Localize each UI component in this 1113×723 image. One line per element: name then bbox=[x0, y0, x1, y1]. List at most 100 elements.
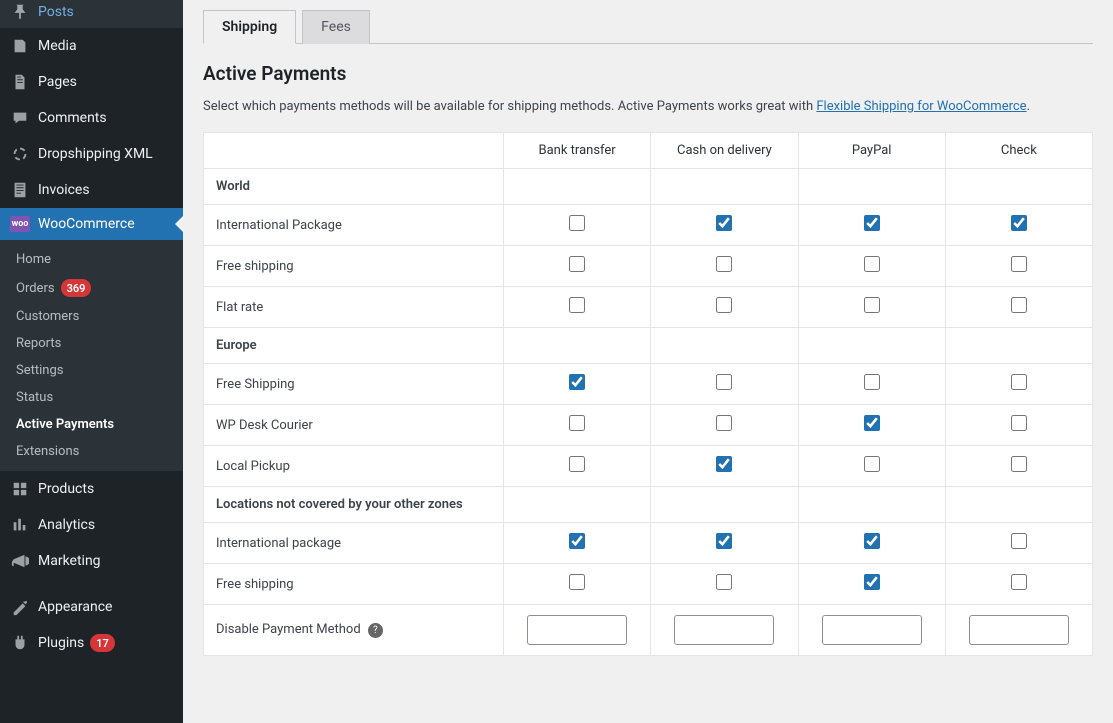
sidebar-item-appearance[interactable]: Appearance bbox=[0, 589, 183, 625]
payment-checkbox[interactable] bbox=[569, 533, 585, 549]
submenu-item-orders[interactable]: Orders369 bbox=[0, 273, 183, 303]
media-icon bbox=[10, 36, 30, 56]
table-row: Free Shipping bbox=[204, 364, 1093, 405]
payment-checkbox[interactable] bbox=[1011, 415, 1027, 431]
submenu-item-customers[interactable]: Customers bbox=[0, 303, 183, 330]
table-row: International package bbox=[204, 523, 1093, 564]
payment-checkbox[interactable] bbox=[864, 415, 880, 431]
refresh-icon bbox=[10, 144, 30, 164]
admin-sidebar: Posts Media Pages Comments Dropshipping … bbox=[0, 0, 183, 723]
disable-payment-label: Disable Payment Method ? bbox=[204, 605, 504, 656]
flexible-shipping-link[interactable]: Flexible Shipping for WooCommerce bbox=[816, 99, 1026, 114]
sidebar-item-label: Marketing bbox=[38, 553, 101, 569]
shipping-method-label: International Package bbox=[204, 205, 504, 246]
submenu-item-extensions[interactable]: Extensions bbox=[0, 438, 183, 465]
zone-row: World bbox=[204, 169, 1093, 205]
plugins-icon bbox=[10, 633, 30, 653]
pin-icon bbox=[10, 2, 30, 22]
payment-checkbox[interactable] bbox=[716, 574, 732, 590]
table-row: WP Desk Courier bbox=[204, 405, 1093, 446]
disable-amount-input[interactable] bbox=[969, 615, 1069, 645]
plugins-count-badge: 17 bbox=[90, 634, 115, 652]
shipping-method-label: International package bbox=[204, 523, 504, 564]
sidebar-item-label: Media bbox=[38, 38, 77, 54]
disable-amount-input[interactable] bbox=[822, 615, 922, 645]
sidebar-item-analytics[interactable]: Analytics bbox=[0, 507, 183, 543]
sidebar-item-woocommerce[interactable]: woo WooCommerce bbox=[0, 208, 183, 240]
payment-checkbox[interactable] bbox=[1011, 297, 1027, 313]
invoice-icon bbox=[10, 180, 30, 200]
payment-checkbox[interactable] bbox=[864, 374, 880, 390]
payments-table: Bank transfer Cash on delivery PayPal Ch… bbox=[203, 132, 1093, 656]
sidebar-item-label: Appearance bbox=[38, 599, 112, 615]
payment-checkbox[interactable] bbox=[1011, 256, 1027, 272]
col-bank-transfer: Bank transfer bbox=[504, 133, 651, 169]
submenu-item-settings[interactable]: Settings bbox=[0, 357, 183, 384]
payment-checkbox[interactable] bbox=[569, 215, 585, 231]
tab-shipping[interactable]: Shipping bbox=[203, 10, 296, 44]
sidebar-item-invoices[interactable]: Invoices bbox=[0, 172, 183, 208]
sidebar-item-pages[interactable]: Pages bbox=[0, 64, 183, 100]
zone-label: World bbox=[204, 169, 504, 205]
col-method bbox=[204, 133, 504, 169]
payment-checkbox[interactable] bbox=[569, 297, 585, 313]
zone-row: Europe bbox=[204, 328, 1093, 364]
analytics-icon bbox=[10, 515, 30, 535]
payment-checkbox[interactable] bbox=[1011, 533, 1027, 549]
disable-amount-input[interactable] bbox=[527, 615, 627, 645]
appearance-icon bbox=[10, 597, 30, 617]
payment-checkbox[interactable] bbox=[864, 456, 880, 472]
payment-checkbox[interactable] bbox=[716, 533, 732, 549]
payment-checkbox[interactable] bbox=[569, 415, 585, 431]
payment-checkbox[interactable] bbox=[569, 374, 585, 390]
payment-checkbox[interactable] bbox=[864, 574, 880, 590]
sidebar-item-plugins[interactable]: Plugins 17 bbox=[0, 625, 183, 661]
disable-payment-row: Disable Payment Method ? bbox=[204, 605, 1093, 656]
zone-label: Europe bbox=[204, 328, 504, 364]
payment-checkbox[interactable] bbox=[716, 297, 732, 313]
help-icon[interactable]: ? bbox=[368, 623, 383, 638]
payment-checkbox[interactable] bbox=[864, 256, 880, 272]
col-cash-on-delivery: Cash on delivery bbox=[651, 133, 798, 169]
payment-checkbox[interactable] bbox=[716, 456, 732, 472]
submenu-item-status[interactable]: Status bbox=[0, 384, 183, 411]
sidebar-item-posts[interactable]: Posts bbox=[0, 0, 183, 28]
shipping-method-label: WP Desk Courier bbox=[204, 405, 504, 446]
payment-checkbox[interactable] bbox=[569, 456, 585, 472]
sidebar-item-products[interactable]: Products bbox=[0, 471, 183, 507]
shipping-method-label: Free shipping bbox=[204, 246, 504, 287]
zone-row: Locations not covered by your other zone… bbox=[204, 487, 1093, 523]
comment-icon bbox=[10, 108, 30, 128]
payment-checkbox[interactable] bbox=[716, 256, 732, 272]
sidebar-item-label: Analytics bbox=[38, 517, 95, 533]
payment-checkbox[interactable] bbox=[864, 215, 880, 231]
sidebar-item-marketing[interactable]: Marketing bbox=[0, 543, 183, 579]
sidebar-item-dropshipping[interactable]: Dropshipping XML bbox=[0, 136, 183, 172]
payment-checkbox[interactable] bbox=[716, 215, 732, 231]
submenu-item-home[interactable]: Home bbox=[0, 246, 183, 273]
payment-checkbox[interactable] bbox=[1011, 456, 1027, 472]
sidebar-item-media[interactable]: Media bbox=[0, 28, 183, 64]
sidebar-item-label: Dropshipping XML bbox=[38, 146, 153, 162]
page-icon bbox=[10, 72, 30, 92]
payment-checkbox[interactable] bbox=[569, 574, 585, 590]
page-description: Select which payments methods will be av… bbox=[203, 99, 1093, 114]
payment-checkbox[interactable] bbox=[1011, 215, 1027, 231]
tab-fees[interactable]: Fees bbox=[302, 10, 370, 44]
page-title: Active Payments bbox=[203, 62, 1093, 85]
payment-checkbox[interactable] bbox=[1011, 574, 1027, 590]
payment-checkbox[interactable] bbox=[569, 256, 585, 272]
payment-checkbox[interactable] bbox=[716, 374, 732, 390]
disable-amount-input[interactable] bbox=[674, 615, 774, 645]
payment-checkbox[interactable] bbox=[716, 415, 732, 431]
submenu-item-reports[interactable]: Reports bbox=[0, 330, 183, 357]
payment-checkbox[interactable] bbox=[864, 297, 880, 313]
zone-label: Locations not covered by your other zone… bbox=[204, 487, 504, 523]
table-row: Free shipping bbox=[204, 246, 1093, 287]
payment-checkbox[interactable] bbox=[1011, 374, 1027, 390]
shipping-method-label: Local Pickup bbox=[204, 446, 504, 487]
submenu-item-active-payments[interactable]: Active Payments bbox=[0, 411, 183, 438]
sidebar-item-label: Plugins bbox=[38, 635, 84, 651]
payment-checkbox[interactable] bbox=[864, 533, 880, 549]
sidebar-item-comments[interactable]: Comments bbox=[0, 100, 183, 136]
